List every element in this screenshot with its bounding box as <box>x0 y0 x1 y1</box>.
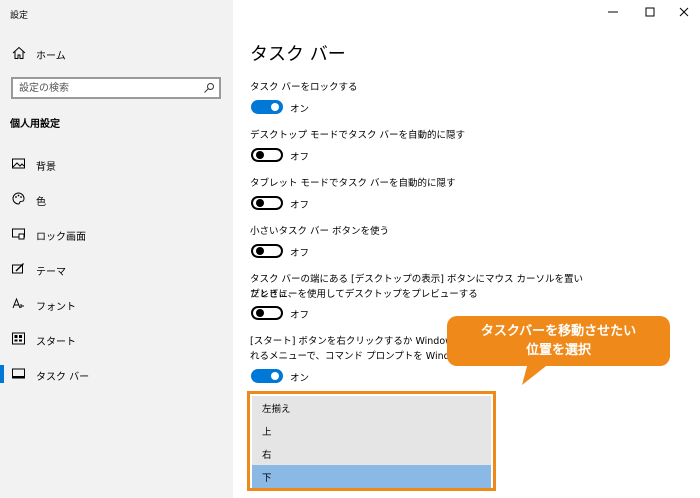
sidebar-item-label: フォント <box>36 302 76 313</box>
toggle-state: オフ <box>290 310 310 321</box>
toggle-state: オフ <box>290 248 310 259</box>
setting-label-small-buttons: 小さいタスク バー ボタンを使う <box>250 226 390 237</box>
toggle-state: オン <box>290 373 310 384</box>
close-icon[interactable] <box>674 5 694 19</box>
search-box[interactable] <box>11 77 221 99</box>
option-label: 右 <box>262 450 272 461</box>
font-icon <box>12 297 24 309</box>
toggle-knob <box>271 372 279 380</box>
toggle-knob <box>256 247 264 255</box>
theme-icon <box>12 263 24 274</box>
toggle-knob <box>256 151 264 159</box>
sidebar-item-taskbar[interactable]: タスク バー <box>0 362 233 386</box>
app-title: 設定 <box>10 11 29 21</box>
sidebar-item-label: 色 <box>36 197 46 208</box>
setting-label-peek-line2: プレビューを使用してデスクトップをプレビューする <box>250 289 478 300</box>
page-title: タスク バー <box>250 44 346 65</box>
maximize-icon[interactable] <box>640 5 660 19</box>
search-input[interactable] <box>19 81 199 95</box>
callout-text: タスクバーを移動させたい 位置を選択 <box>447 322 670 360</box>
nav-home-label: ホーム <box>36 51 66 62</box>
nav-home[interactable]: ホーム <box>0 42 233 64</box>
toggle-knob <box>256 309 264 317</box>
sidebar-item-start[interactable]: スタート <box>0 327 233 351</box>
sidebar-item-lock-screen[interactable]: ロック画面 <box>0 222 233 246</box>
home-icon <box>12 46 26 59</box>
sidebar-item-label: ロック画面 <box>36 232 86 243</box>
toggle-autohide-tablet[interactable] <box>251 196 283 210</box>
option-label: 下 <box>262 473 272 484</box>
toggle-knob <box>256 199 264 207</box>
dropdown-option-right[interactable]: 右 <box>252 442 491 465</box>
toggle-powershell[interactable] <box>251 369 283 383</box>
taskbar-icon <box>12 368 25 379</box>
toggle-state: オン <box>290 104 310 115</box>
toggle-state: オフ <box>290 200 310 211</box>
dropdown-option-bottom[interactable]: 下 <box>252 465 491 488</box>
picture-icon <box>12 158 25 169</box>
lock-screen-icon <box>12 228 25 240</box>
setting-label-autohide-desktop: デスクトップ モードでタスク バーを自動的に隠す <box>250 130 466 141</box>
taskbar-position-dropdown[interactable]: 左揃え 上 右 下 <box>247 391 496 491</box>
section-title: 個人用設定 <box>10 119 60 130</box>
sidebar-item-font[interactable]: フォント <box>0 292 233 316</box>
callout-line2: 位置を選択 <box>525 343 591 358</box>
sidebar-item-label: タスク バー <box>36 372 90 383</box>
active-indicator <box>0 365 4 383</box>
option-label: 左揃え <box>262 404 291 415</box>
sidebar-item-label: スタート <box>36 337 76 348</box>
toggle-small-buttons[interactable] <box>251 244 283 258</box>
toggle-peek[interactable] <box>251 306 283 320</box>
sidebar-item-label: テーマ <box>36 267 66 278</box>
toggle-autohide-desktop[interactable] <box>251 148 283 162</box>
setting-label-autohide-tablet: タブレット モードでタスク バーを自動的に隠す <box>250 178 456 189</box>
dropdown-option-left[interactable]: 左揃え <box>252 396 491 419</box>
toggle-knob <box>271 103 279 111</box>
sidebar-item-color[interactable]: 色 <box>0 187 233 211</box>
sidebar-item-background[interactable]: 背景 <box>0 152 233 176</box>
sidebar-item-theme[interactable]: テーマ <box>0 257 233 281</box>
callout-line1: タスクバーを移動させたい <box>480 324 637 339</box>
toggle-lock-taskbar[interactable] <box>251 100 283 114</box>
setting-label-lock-taskbar: タスク バーをロックする <box>250 82 358 93</box>
toggle-state: オフ <box>290 152 310 163</box>
sidebar-item-label: 背景 <box>36 162 56 173</box>
annotation-callout: タスクバーを移動させたい 位置を選択 <box>447 316 670 366</box>
option-label: 上 <box>262 427 272 438</box>
sidebar: 設定 ホーム 個人用設定 背景 色 ロック画面 <box>0 0 233 498</box>
search-icon[interactable] <box>203 82 215 94</box>
minimize-icon[interactable] <box>603 5 623 19</box>
dropdown-option-top[interactable]: 上 <box>252 419 491 442</box>
main-panel: タスク バー タスク バーをロックする オン デスクトップ モードでタスク バー… <box>233 0 700 498</box>
start-icon <box>12 332 25 345</box>
palette-icon <box>12 192 25 205</box>
